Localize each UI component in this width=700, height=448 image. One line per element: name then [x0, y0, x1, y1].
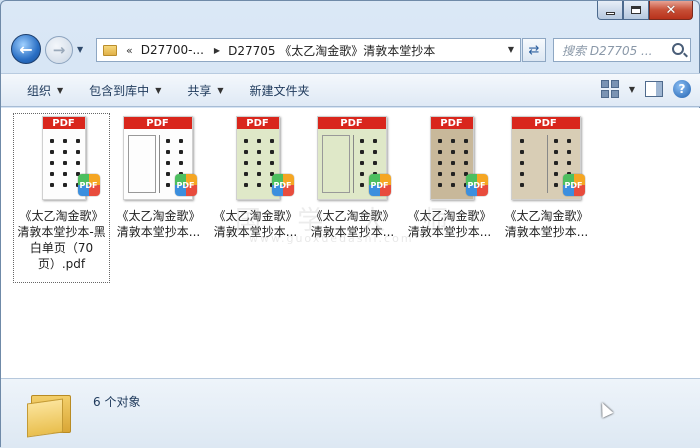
item-count: 6 个对象	[93, 395, 141, 409]
pdf-app-icon: PDF	[271, 174, 294, 196]
pdf-thumbnail: PDF PDF	[214, 116, 298, 202]
share-label: 共享	[187, 83, 212, 98]
address-bar[interactable]: « D27700-... ▶ D27705 《太乙淘金歌》清敦本堂抄本 ▼	[96, 38, 521, 62]
search-placeholder: 搜索 D27705 ...	[562, 43, 653, 58]
breadcrumb-current[interactable]: D27705 《太乙淘金歌》清敦本堂抄本	[228, 42, 435, 59]
organize-label: 组织	[27, 83, 52, 98]
folder-icon	[27, 391, 73, 438]
maximize-icon	[631, 6, 641, 14]
file-item[interactable]: PDF PDF 《太乙淘金歌》清敦本堂抄本...	[304, 113, 401, 283]
close-button[interactable]: ✕	[649, 1, 693, 20]
search-icon[interactable]	[672, 43, 684, 55]
pdf-app-icon: PDF	[465, 174, 488, 196]
address-history-dropdown[interactable]: ▼	[508, 45, 514, 54]
details-pane: 6 个对象	[1, 378, 700, 448]
pdf-thumbnail: PDF PDF	[20, 116, 104, 202]
minimize-icon	[605, 11, 615, 15]
chevron-down-icon: ▼	[155, 85, 162, 95]
file-list: PDF PDF 《太乙淘金歌》清敦本堂抄本-黑白单页（70页）.pdf PDF …	[1, 108, 700, 378]
pdf-app-icon: PDF	[174, 174, 197, 196]
file-name[interactable]: 《太乙淘金歌》清敦本堂抄本...	[500, 208, 594, 240]
pdf-label: PDF	[42, 117, 85, 129]
search-input[interactable]: 搜索 D27705 ...	[553, 38, 691, 62]
chevron-down-icon: ▼	[217, 85, 224, 95]
share-menu[interactable]: 共享 ▼	[174, 74, 236, 106]
watermark-url: www.guoxuedashi.com	[249, 232, 414, 245]
arrow-left-icon: ←	[19, 39, 33, 59]
pdf-thumbnail: PDF PDF	[408, 116, 492, 202]
address-overflow-chevron[interactable]: «	[126, 44, 133, 57]
include-in-library-menu[interactable]: 包含到库中 ▼	[76, 74, 174, 106]
view-controls: ▼ ?	[600, 80, 691, 98]
breadcrumb-arrow-icon[interactable]: ▶	[214, 46, 220, 55]
change-view-icon[interactable]	[600, 80, 619, 98]
pdf-label: PDF	[317, 117, 386, 129]
pdf-label: PDF	[123, 117, 192, 129]
navigation-bar: ← → ▼ « D27700-... ▶ D27705 《太乙淘金歌》清敦本堂抄…	[1, 31, 700, 69]
pdf-app-icon: PDF	[77, 174, 100, 196]
folder-icon	[103, 44, 117, 56]
pdf-app-icon: PDF	[368, 174, 391, 196]
file-item[interactable]: PDF PDF 《太乙淘金歌》清敦本堂抄本...	[498, 113, 595, 283]
forward-button[interactable]: →	[45, 36, 73, 64]
breadcrumb-parent[interactable]: D27700-...	[141, 43, 204, 57]
explorer-window: ✕ ← → ▼ « D27700-... ▶ D27705 《太乙淘金歌》清敦本…	[0, 0, 700, 448]
view-options-dropdown[interactable]: ▼	[629, 85, 635, 94]
preview-pane-icon[interactable]	[645, 81, 663, 97]
file-item[interactable]: PDF PDF 《太乙淘金歌》清敦本堂抄本-黑白单页（70页）.pdf	[13, 113, 110, 283]
refresh-icon: ⇄	[528, 42, 540, 58]
file-item[interactable]: PDF PDF 《太乙淘金歌》清敦本堂抄本...	[207, 113, 304, 283]
help-icon[interactable]: ?	[673, 80, 691, 98]
file-name[interactable]: 《太乙淘金歌》清敦本堂抄本-黑白单页（70页）.pdf	[15, 208, 109, 272]
mouse-cursor-icon	[596, 400, 614, 418]
new-folder-label: 新建文件夹	[249, 83, 310, 98]
file-item[interactable]: PDF PDF 《太乙淘金歌》清敦本堂抄本...	[401, 113, 498, 283]
arrow-right-icon: →	[52, 41, 66, 59]
back-button[interactable]: ←	[11, 34, 41, 64]
close-icon: ✕	[665, 2, 677, 18]
pdf-thumbnail: PDF PDF	[311, 116, 395, 202]
pdf-thumbnail: PDF PDF	[505, 116, 589, 202]
pdf-label: PDF	[430, 117, 473, 129]
file-item[interactable]: PDF PDF 《太乙淘金歌》清敦本堂抄本...	[110, 113, 207, 283]
file-name[interactable]: 《太乙淘金歌》清敦本堂抄本...	[112, 208, 206, 240]
refresh-button[interactable]: ⇄	[522, 38, 546, 62]
minimize-button[interactable]	[597, 1, 623, 20]
pdf-thumbnail: PDF PDF	[117, 116, 201, 202]
caption-buttons: ✕	[597, 1, 693, 20]
new-folder-button[interactable]: 新建文件夹	[237, 74, 323, 106]
pdf-label: PDF	[236, 117, 279, 129]
command-bar: 组织 ▼ 包含到库中 ▼ 共享 ▼ 新建文件夹 ▼ ?	[1, 73, 700, 107]
pdf-app-icon: PDF	[562, 174, 585, 196]
maximize-button[interactable]	[623, 1, 649, 20]
recent-pages-dropdown[interactable]: ▼	[77, 45, 85, 54]
pdf-label: PDF	[511, 117, 580, 129]
include-in-library-label: 包含到库中	[89, 83, 150, 98]
organize-menu[interactable]: 组织 ▼	[1, 74, 76, 106]
file-grid: PDF PDF 《太乙淘金歌》清敦本堂抄本-黑白单页（70页）.pdf PDF …	[13, 113, 595, 283]
chevron-down-icon: ▼	[57, 85, 64, 95]
